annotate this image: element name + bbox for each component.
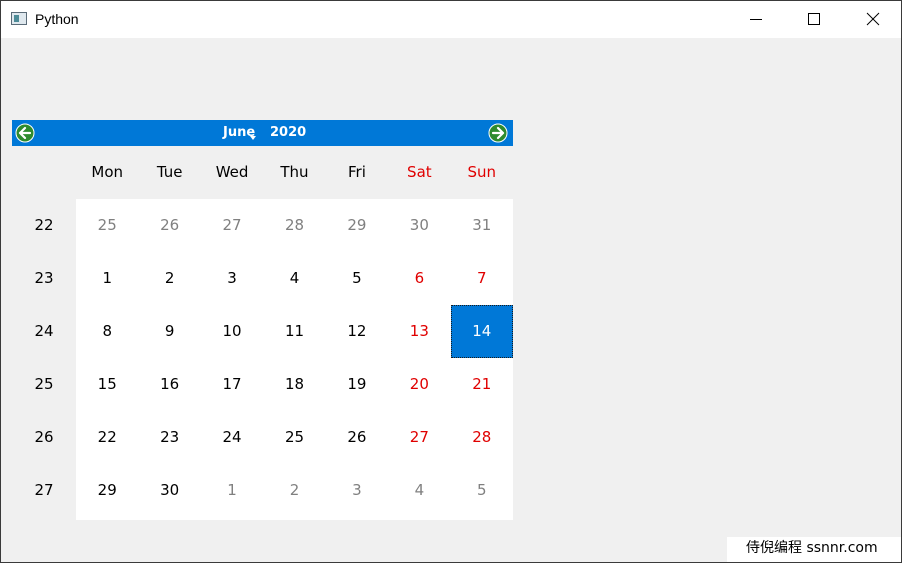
left-arrow-circle-icon bbox=[15, 123, 35, 143]
day-cell[interactable]: 12 bbox=[326, 305, 388, 358]
day-cell[interactable]: 22 bbox=[76, 411, 138, 464]
day-cell[interactable]: 2 bbox=[263, 464, 325, 517]
week-number: 23 bbox=[34, 269, 54, 287]
day-cell[interactable]: 28 bbox=[263, 199, 325, 252]
day-cell[interactable]: 30 bbox=[138, 464, 200, 517]
previous-month-button[interactable] bbox=[15, 123, 35, 143]
day-cell[interactable]: 5 bbox=[451, 464, 513, 517]
day-cell[interactable]: 25 bbox=[76, 199, 138, 252]
day-name-fri: Fri bbox=[347, 163, 366, 181]
day-cell[interactable]: 9 bbox=[138, 305, 200, 358]
day-name-wed: Wed bbox=[215, 163, 249, 181]
app-window-icon bbox=[11, 12, 27, 25]
calendar-widget: June 2020 Mon Tue Wed Thu Fri Sat Sun 22 25 26 27 2… bbox=[12, 120, 513, 520]
window-title: Python bbox=[35, 11, 79, 27]
day-name-tue: Tue bbox=[156, 163, 183, 181]
day-cell[interactable]: 29 bbox=[326, 199, 388, 252]
day-cell[interactable]: 26 bbox=[138, 199, 200, 252]
day-cell[interactable]: 16 bbox=[138, 358, 200, 411]
day-cell[interactable]: 15 bbox=[76, 358, 138, 411]
day-cell[interactable]: 6 bbox=[388, 252, 450, 305]
main-window: Python June 2020 Mon Tue Wed Thu Fri Sat… bbox=[0, 0, 902, 563]
day-cell[interactable]: 30 bbox=[388, 199, 450, 252]
day-name-sat: Sat bbox=[407, 163, 432, 181]
minimize-button[interactable] bbox=[727, 1, 785, 38]
day-cell[interactable]: 25 bbox=[263, 411, 325, 464]
day-cell[interactable]: 21 bbox=[451, 358, 513, 411]
year-selector[interactable]: 2020 bbox=[270, 125, 306, 140]
day-cell[interactable]: 5 bbox=[326, 252, 388, 305]
day-cell[interactable]: 3 bbox=[201, 252, 263, 305]
day-cell[interactable]: 10 bbox=[201, 305, 263, 358]
week-number: 24 bbox=[34, 322, 54, 340]
right-arrow-circle-icon bbox=[488, 123, 508, 143]
day-cell[interactable]: 19 bbox=[326, 358, 388, 411]
day-cell[interactable]: 27 bbox=[201, 199, 263, 252]
day-cell[interactable]: 1 bbox=[201, 464, 263, 517]
close-button[interactable] bbox=[843, 1, 901, 38]
day-cell[interactable]: 13 bbox=[388, 305, 450, 358]
day-cell[interactable]: 20 bbox=[388, 358, 450, 411]
day-cell[interactable]: 1 bbox=[76, 252, 138, 305]
title-bar[interactable]: Python bbox=[1, 1, 901, 38]
week-number: 25 bbox=[34, 375, 54, 393]
day-cell[interactable]: 18 bbox=[263, 358, 325, 411]
day-cell[interactable]: 11 bbox=[263, 305, 325, 358]
day-cell[interactable]: 31 bbox=[451, 199, 513, 252]
day-cell[interactable]: 17 bbox=[201, 358, 263, 411]
calendar-navigation-bar: June 2020 bbox=[12, 120, 513, 146]
day-cell[interactable]: 4 bbox=[263, 252, 325, 305]
day-cell[interactable]: 27 bbox=[388, 411, 450, 464]
selected-day-cell[interactable]: 14 bbox=[450, 305, 513, 358]
day-name-mon: Mon bbox=[91, 163, 124, 181]
day-cell[interactable]: 4 bbox=[388, 464, 450, 517]
day-cell[interactable]: 3 bbox=[326, 464, 388, 517]
day-cell[interactable]: 28 bbox=[451, 411, 513, 464]
week-number: 27 bbox=[34, 481, 54, 499]
chevron-down-icon bbox=[250, 136, 256, 140]
day-cell[interactable]: 26 bbox=[326, 411, 388, 464]
maximize-button[interactable] bbox=[785, 1, 843, 38]
week-number: 22 bbox=[34, 216, 54, 234]
close-icon bbox=[866, 12, 880, 26]
day-cell[interactable]: 2 bbox=[138, 252, 200, 305]
day-cell[interactable]: 24 bbox=[201, 411, 263, 464]
next-month-button[interactable] bbox=[488, 123, 508, 143]
day-cell[interactable]: 8 bbox=[76, 305, 138, 358]
minimize-icon bbox=[750, 19, 762, 20]
day-cell[interactable]: 23 bbox=[138, 411, 200, 464]
day-cell[interactable]: 29 bbox=[76, 464, 138, 517]
week-number: 26 bbox=[34, 428, 54, 446]
day-name-sun: Sun bbox=[467, 163, 497, 181]
watermark: 侍倪编程 ssnnr.com bbox=[727, 537, 901, 562]
maximize-icon bbox=[808, 13, 820, 25]
day-cell[interactable]: 7 bbox=[451, 252, 513, 305]
day-name-thu: Thu bbox=[280, 163, 309, 181]
